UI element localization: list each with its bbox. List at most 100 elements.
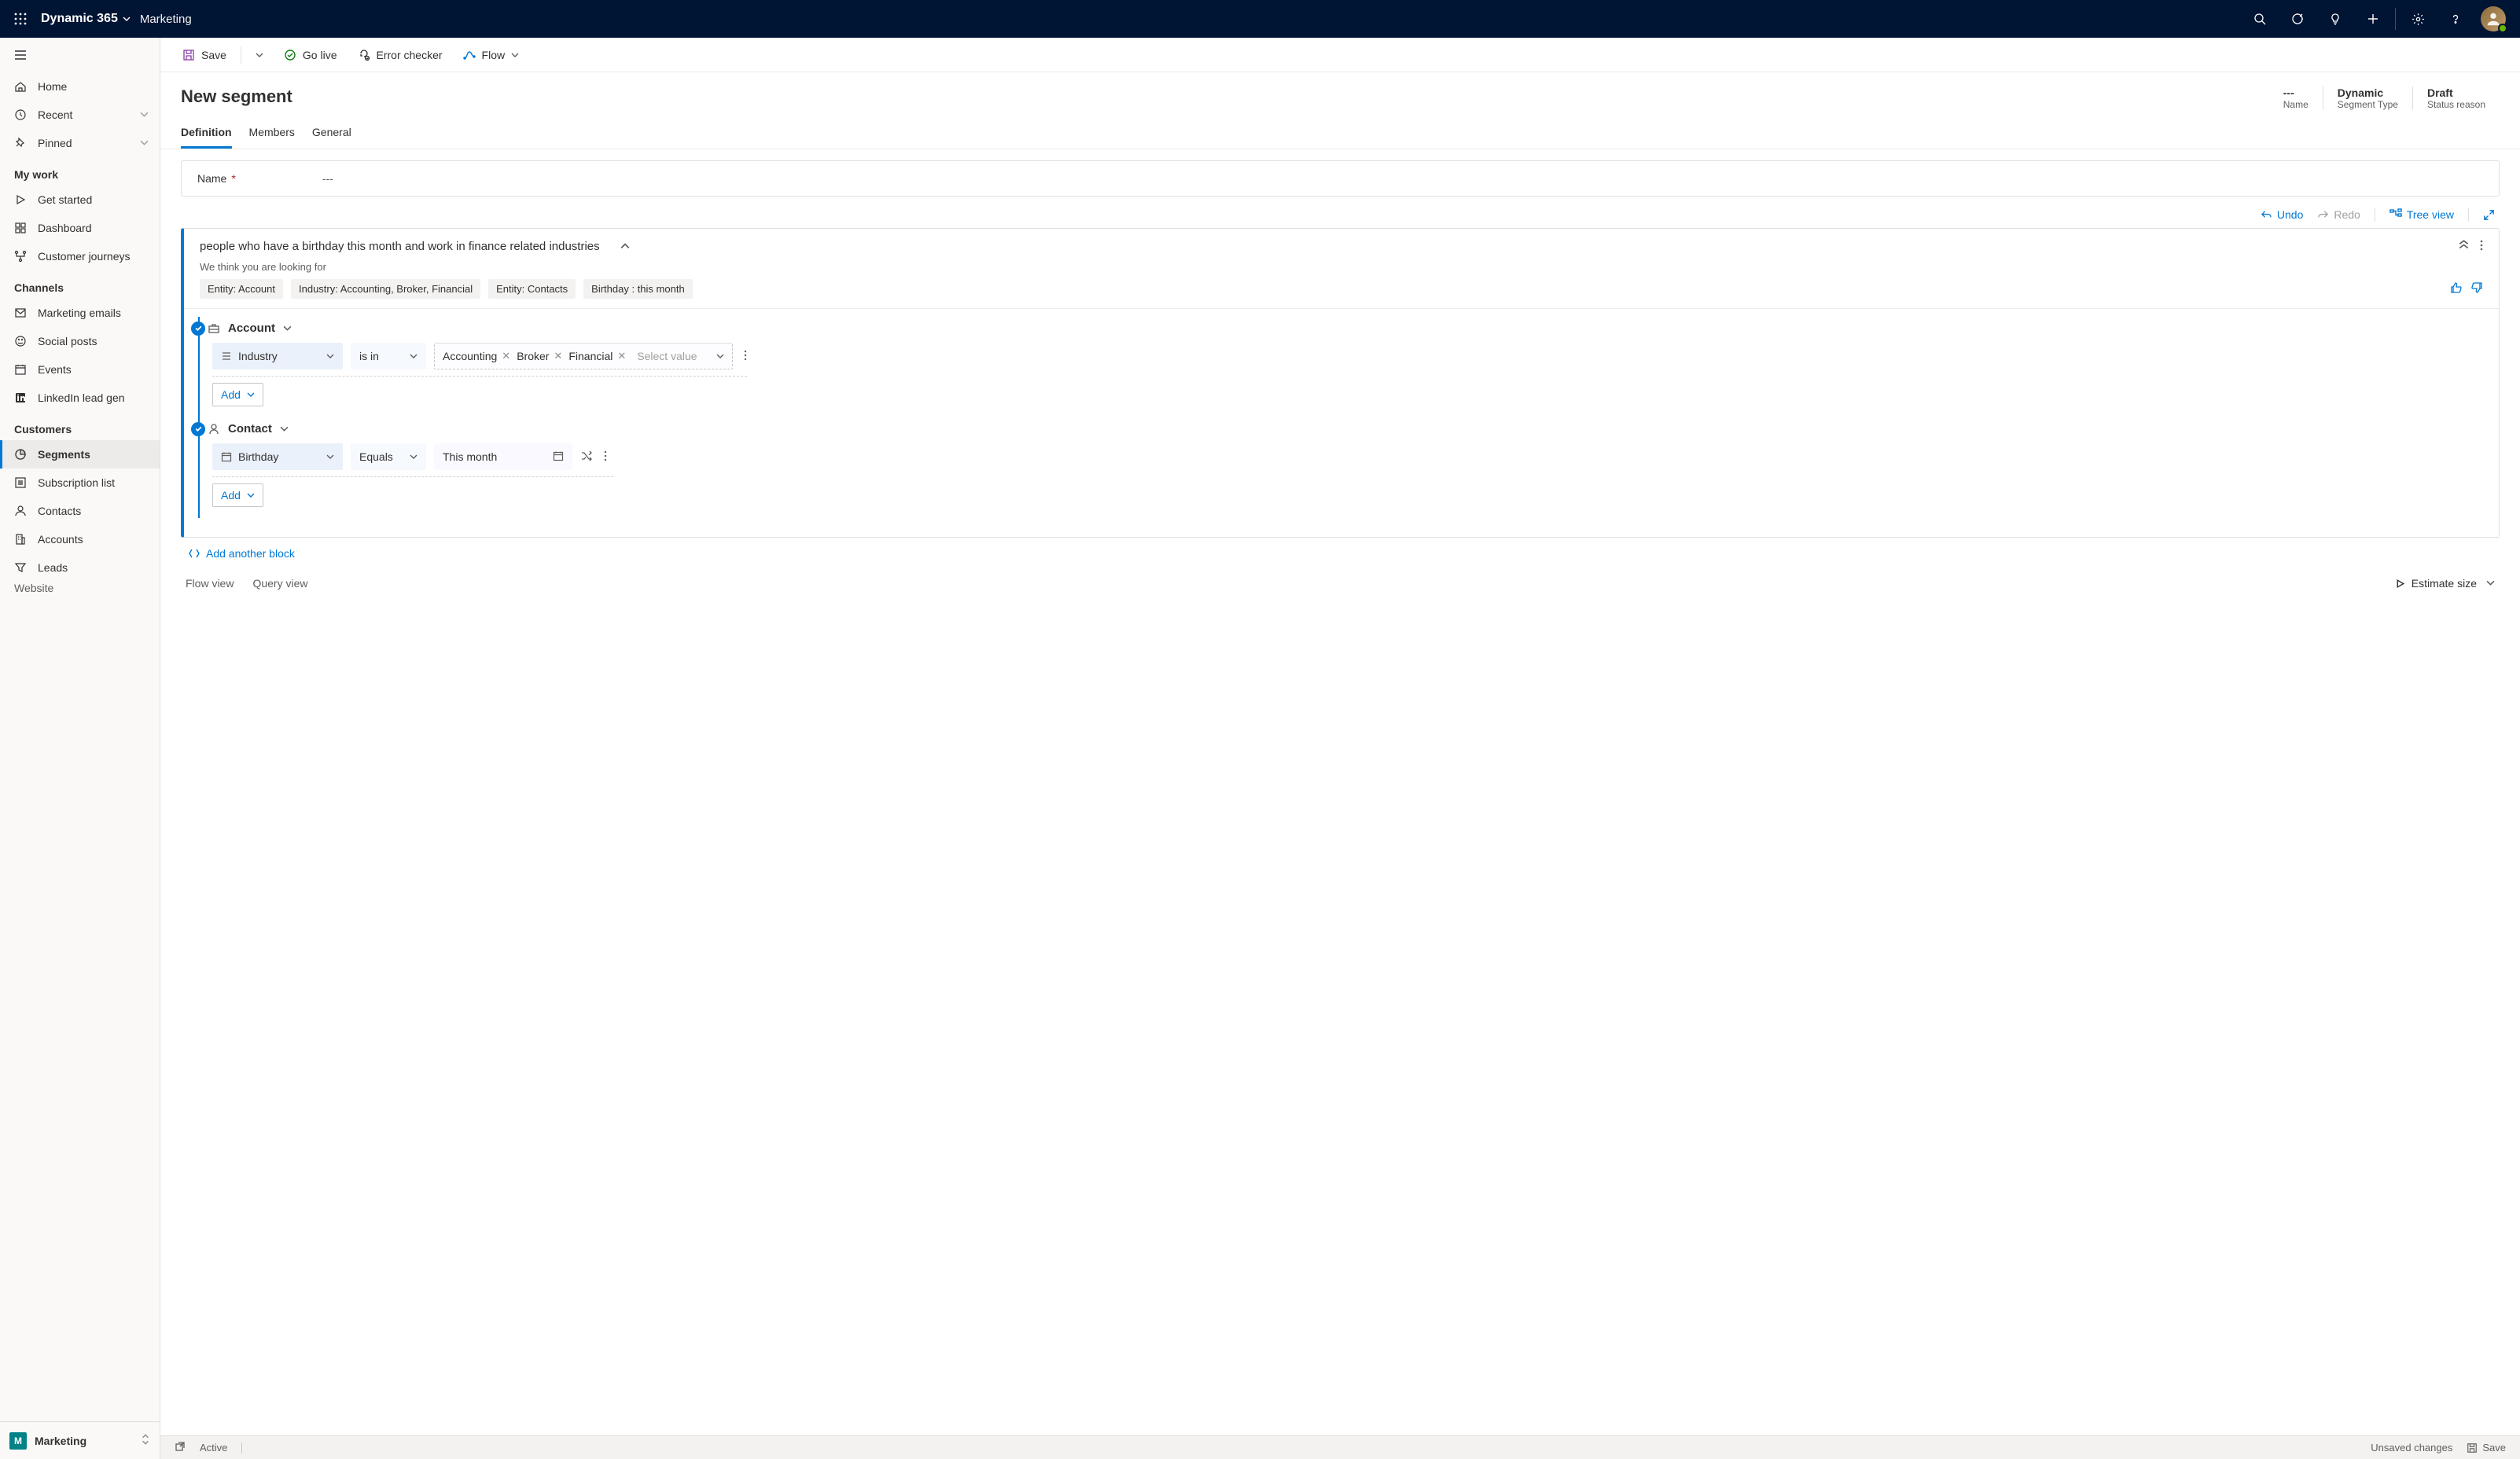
chevron-down-icon[interactable] xyxy=(283,322,292,335)
operator-picker[interactable]: Equals xyxy=(351,443,426,470)
nav-accounts[interactable]: Accounts xyxy=(0,525,160,553)
remove-icon[interactable]: ✕ xyxy=(502,350,510,362)
error-checker-button[interactable]: Error checker xyxy=(350,44,451,66)
calendar-icon[interactable] xyxy=(553,450,564,464)
play-icon xyxy=(14,193,27,206)
status-active: Active xyxy=(200,1442,227,1453)
entity-contact[interactable]: Contact xyxy=(208,422,2483,435)
mail-icon xyxy=(14,307,27,319)
target-icon[interactable] xyxy=(2279,0,2316,38)
add-condition-button[interactable]: Add xyxy=(212,383,263,406)
home-icon xyxy=(14,80,27,93)
unsaved-label: Unsaved changes xyxy=(2371,1442,2452,1453)
nav-marketing-emails[interactable]: Marketing emails xyxy=(0,299,160,327)
app-launcher[interactable] xyxy=(8,6,33,31)
save-dropdown[interactable] xyxy=(248,46,271,64)
suggestion-chip[interactable]: Industry: Accounting, Broker, Financial xyxy=(291,279,480,299)
flow-view-button[interactable]: Flow view xyxy=(186,577,234,590)
list-icon xyxy=(221,351,232,362)
nav-leads[interactable]: Leads xyxy=(0,553,160,582)
tree-view-button[interactable]: Tree view xyxy=(2389,208,2454,221)
nav-toggle[interactable] xyxy=(0,38,160,72)
dashboard-icon xyxy=(14,222,27,234)
field-picker[interactable]: Industry xyxy=(212,343,343,369)
add-block-button[interactable]: Add another block xyxy=(189,547,2500,560)
add-icon[interactable] xyxy=(2354,0,2392,38)
tab-definition[interactable]: Definition xyxy=(181,118,232,149)
area-switcher[interactable]: M Marketing xyxy=(0,1421,160,1459)
nav-get-started[interactable]: Get started xyxy=(0,186,160,214)
funnel-icon xyxy=(14,561,27,574)
more-icon[interactable] xyxy=(2480,240,2483,253)
check-icon xyxy=(191,322,205,336)
estimate-size-button[interactable]: Estimate size xyxy=(2395,577,2477,590)
suggestion-chip[interactable]: Entity: Account xyxy=(200,279,283,299)
nav-dashboard[interactable]: Dashboard xyxy=(0,214,160,242)
thumbs-down-icon[interactable] xyxy=(2470,281,2483,296)
hf-type-val: Dynamic xyxy=(2338,86,2398,99)
calendar-icon xyxy=(14,363,27,376)
date-value[interactable]: This month xyxy=(434,443,572,470)
nav-pinned[interactable]: Pinned xyxy=(0,129,160,157)
query-view-button[interactable]: Query view xyxy=(252,577,307,590)
name-field-row[interactable]: Name* --- xyxy=(181,160,2500,197)
check-icon xyxy=(191,422,205,436)
add-condition-button[interactable]: Add xyxy=(212,483,263,507)
list-icon xyxy=(14,476,27,489)
nav-events[interactable]: Events xyxy=(0,355,160,384)
row-more-icon[interactable] xyxy=(741,347,750,366)
search-icon[interactable] xyxy=(2241,0,2279,38)
chevron-down-icon xyxy=(140,137,149,149)
lightbulb-icon[interactable] xyxy=(2316,0,2354,38)
nav-social-posts[interactable]: Social posts xyxy=(0,327,160,355)
save-button[interactable]: Save xyxy=(175,44,234,66)
help-icon[interactable] xyxy=(2437,0,2474,38)
suggestion-hint: We think you are looking for xyxy=(200,261,2483,273)
remove-icon[interactable]: ✕ xyxy=(554,350,562,362)
required-indicator: * xyxy=(231,172,235,185)
row-more-icon[interactable] xyxy=(601,447,610,467)
popout-icon[interactable] xyxy=(175,1441,186,1454)
nav-recent[interactable]: Recent xyxy=(0,101,160,129)
suggestion-chip[interactable]: Birthday : this month xyxy=(583,279,693,299)
expand-button[interactable] xyxy=(2483,209,2495,221)
operator-picker[interactable]: is in xyxy=(351,343,426,369)
tab-general[interactable]: General xyxy=(312,118,351,149)
nav-truncated: Website xyxy=(0,582,160,597)
area-badge: M xyxy=(9,1432,27,1450)
go-live-button[interactable]: Go live xyxy=(276,44,345,66)
brand-label: Dynamic 365 xyxy=(41,12,118,26)
nav-contacts[interactable]: Contacts xyxy=(0,497,160,525)
shuffle-icon[interactable] xyxy=(580,450,593,465)
gear-icon[interactable] xyxy=(2399,0,2437,38)
collapse-icon[interactable] xyxy=(620,241,630,253)
collapse-all-icon[interactable] xyxy=(2459,240,2469,253)
remove-icon[interactable]: ✕ xyxy=(617,350,626,362)
brand-switcher[interactable]: Dynamic 365 xyxy=(41,12,131,26)
nav-linkedin[interactable]: LinkedIn lead gen xyxy=(0,384,160,412)
segments-icon xyxy=(14,448,27,461)
hf-status-val: Draft xyxy=(2427,86,2485,99)
undo-button[interactable]: Undo xyxy=(2261,208,2303,221)
nav-subscription-list[interactable]: Subscription list xyxy=(0,469,160,497)
nav-journeys[interactable]: Customer journeys xyxy=(0,242,160,270)
suggestion-chip[interactable]: Entity: Contacts xyxy=(488,279,576,299)
tab-members[interactable]: Members xyxy=(249,118,295,149)
value-picker[interactable]: Accounting✕ Broker✕ Financial✕ Select va… xyxy=(434,343,733,369)
chevron-down-icon[interactable] xyxy=(280,423,289,435)
pin-icon xyxy=(14,137,27,149)
chevron-down-icon[interactable] xyxy=(2486,577,2495,590)
field-picker[interactable]: Birthday xyxy=(212,443,343,470)
user-avatar[interactable] xyxy=(2481,6,2506,31)
thumbs-up-icon[interactable] xyxy=(2450,281,2463,296)
briefcase-icon xyxy=(208,322,220,335)
flow-button[interactable]: Flow xyxy=(455,44,528,66)
chevron-down-icon xyxy=(140,108,149,121)
entity-account[interactable]: Account xyxy=(208,322,2483,335)
page-title: New segment xyxy=(181,86,292,107)
nav-segments[interactable]: Segments xyxy=(0,440,160,469)
smile-icon xyxy=(14,335,27,347)
nav-home[interactable]: Home xyxy=(0,72,160,101)
name-value: --- xyxy=(322,172,333,185)
footer-save-button[interactable]: Save xyxy=(2467,1442,2506,1453)
